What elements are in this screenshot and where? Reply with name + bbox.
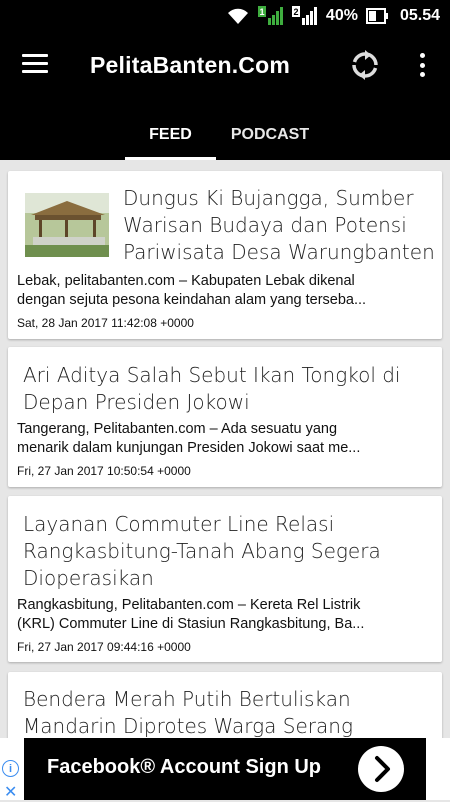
battery-icon — [365, 8, 388, 24]
article-card[interactable]: Ari Aditya Salah Sebut Ikan Tongkol di D… — [8, 347, 442, 487]
article-card[interactable]: Layanan Commuter Line Relasi Rangkasbitu… — [8, 496, 442, 662]
article-date: Fri, 27 Jan 2017 09:44:16 +0000 — [17, 640, 191, 654]
article-title-line: Bendera Merah Putih Bertuliskan — [23, 687, 351, 711]
article-summary-line: menarik dalam kunjungan Presiden Jokowi … — [17, 440, 361, 456]
article-summary-line: (KRL) Commuter Line di Stasiun Rangkasbi… — [17, 616, 365, 632]
article-title-line: Layanan Commuter Line Relasi — [23, 512, 335, 536]
ad-go-button[interactable] — [358, 746, 404, 792]
article-card[interactable]: Dungus Ki Bujangga, Sumber Warisan Buday… — [8, 171, 442, 339]
sim1-label: 1 — [259, 7, 264, 17]
article-title-line: Rangkasbitung-Tanah Abang Segera — [23, 539, 381, 563]
wifi-icon — [226, 7, 250, 25]
sim2-label: 2 — [293, 7, 298, 17]
article-title-line: Dungus Ki Bujangga, Sumber — [123, 186, 414, 210]
article-summary: Lebak, pelitabanten.com – Kabupaten Leba… — [17, 272, 435, 310]
article-list[interactable]: Dungus Ki Bujangga, Sumber Warisan Buday… — [0, 160, 450, 800]
article-title-line: Ari Aditya Salah Sebut Ikan Tongkol di — [23, 363, 401, 387]
article-summary-line: dengan sejuta pesona keindahan alam yang… — [17, 292, 367, 308]
app-title: PelitaBanten.Com — [90, 52, 291, 78]
article-summary-line: Lebak, pelitabanten.com – Kabupaten Leba… — [17, 273, 355, 289]
battery-percent: 40% — [325, 7, 358, 24]
article-title[interactable]: Ari Aditya Salah Sebut Ikan Tongkol di D… — [23, 362, 435, 416]
article-title[interactable]: Dungus Ki Bujangga, Sumber Warisan Buday… — [123, 185, 438, 266]
refresh-icon[interactable] — [349, 49, 381, 81]
app-bar: PelitaBanten.Com FEED PODCAST — [0, 32, 450, 160]
article-summary-line: Rangkasbitung, Pelitabanten.com – Kereta… — [17, 597, 361, 613]
article-title[interactable]: Layanan Commuter Line Relasi Rangkasbitu… — [23, 511, 435, 592]
article-summary: Tangerang, Pelitabanten.com – Ada sesuat… — [17, 420, 435, 458]
article-title[interactable]: Bendera Merah Putih Bertuliskan Mandarin… — [23, 686, 435, 740]
status-bar: 1 2 40% 05.54 — [0, 0, 450, 32]
article-date: Fri, 27 Jan 2017 10:50:54 +0000 — [17, 464, 191, 478]
overflow-menu-icon[interactable] — [418, 53, 426, 77]
ad-content[interactable]: Facebook® Account Sign Up — [24, 738, 426, 800]
ad-close-icon[interactable]: ✕ — [4, 782, 17, 802]
tab-feed[interactable]: FEED — [125, 110, 216, 160]
signal-sim1-icon: 1 — [257, 6, 284, 26]
ad-text: Facebook® Account Sign Up — [47, 756, 322, 778]
chevron-right-icon — [375, 756, 390, 782]
article-summary-line: Tangerang, Pelitabanten.com – Ada sesuat… — [17, 421, 338, 437]
article-date: Sat, 28 Jan 2017 11:42:08 +0000 — [17, 316, 194, 330]
article-title-line: Depan Presiden Jokowi — [23, 390, 250, 414]
article-summary: Rangkasbitung, Pelitabanten.com – Kereta… — [17, 596, 435, 634]
tab-podcast[interactable]: PODCAST — [216, 110, 324, 160]
ad-banner[interactable]: i ✕ Facebook® Account Sign Up — [0, 738, 450, 802]
tab-bar: FEED PODCAST — [0, 110, 450, 160]
article-title-line: Mandarin Diprotes Warga Serang — [23, 714, 353, 738]
signal-sim2-icon: 2 — [291, 6, 318, 26]
article-thumbnail — [25, 193, 109, 257]
hamburger-menu-icon[interactable] — [22, 54, 48, 76]
article-title-line: Dioperasikan — [23, 566, 154, 590]
ad-info-icon[interactable]: i — [2, 760, 19, 777]
article-title-line: Pariwisata Desa Warungbanten — [123, 240, 435, 264]
clock: 05.54 — [399, 7, 440, 24]
article-title-line: Warisan Budaya dan Potensi — [123, 213, 407, 237]
